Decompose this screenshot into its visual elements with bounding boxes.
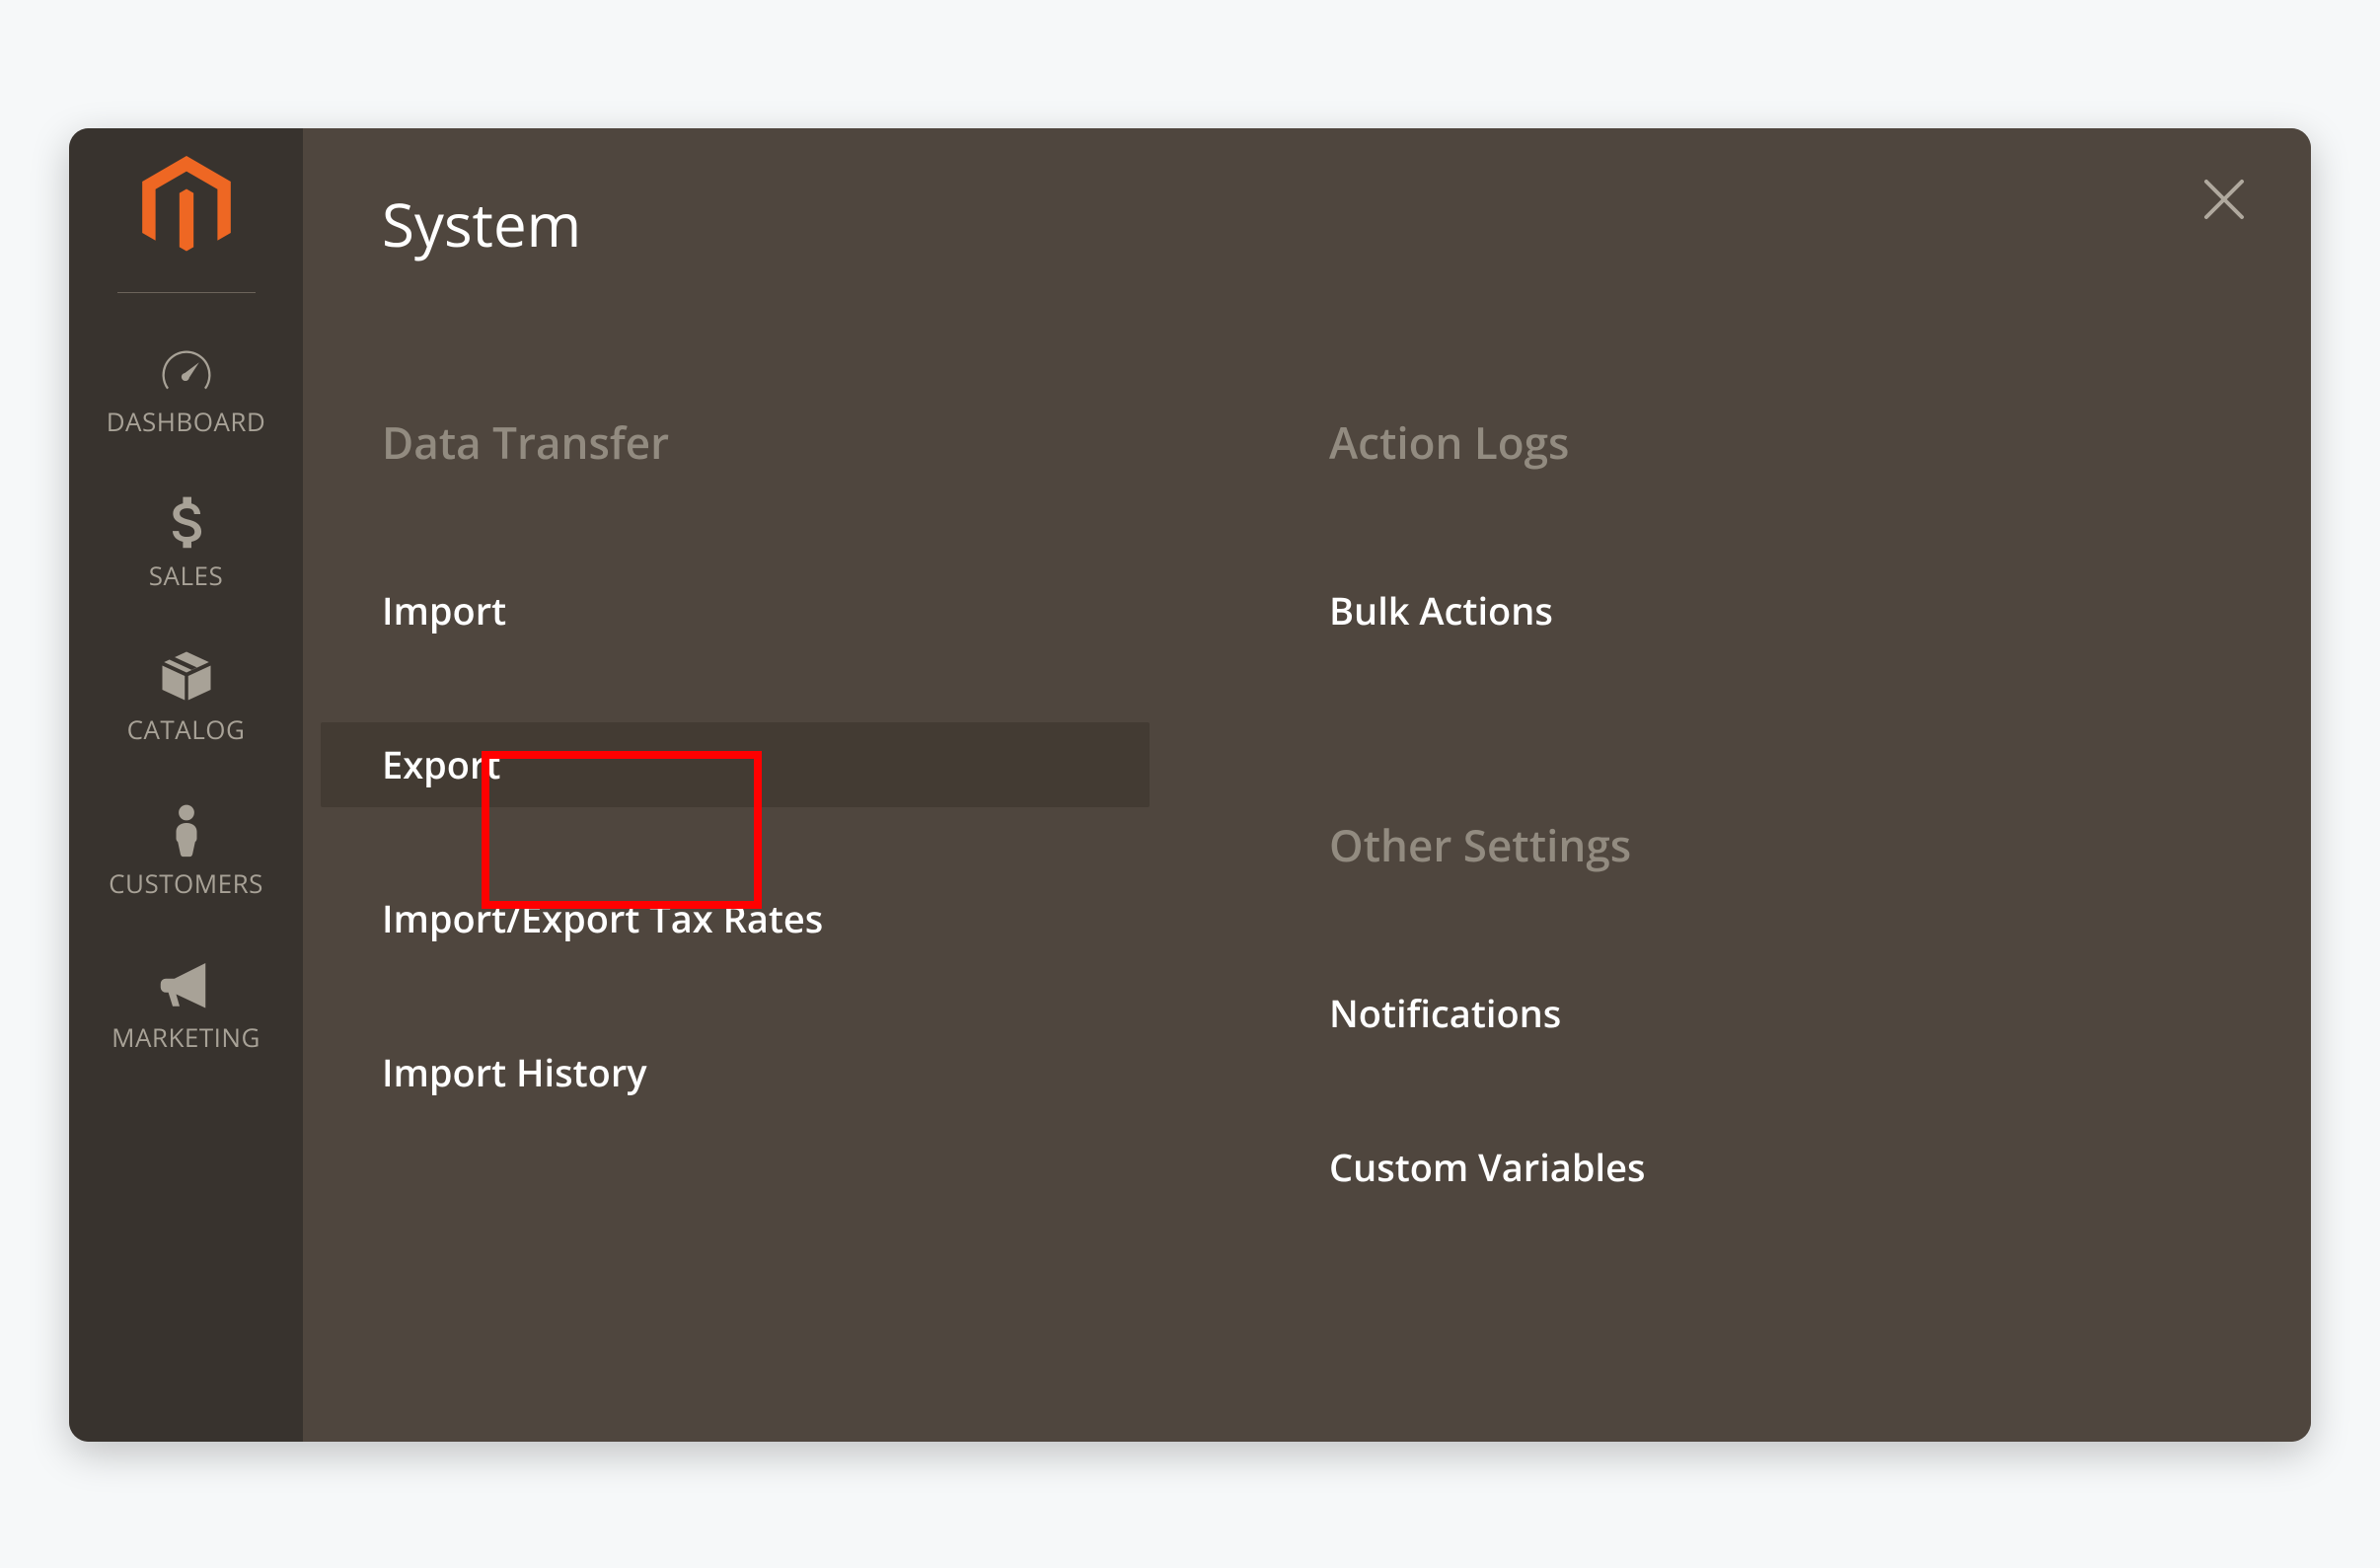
- panel-title: System: [382, 184, 2242, 264]
- sidebar-item-label: MARKETING: [112, 1019, 260, 1055]
- sidebar-item-marketing[interactable]: MARKETING: [69, 933, 303, 1086]
- megaphone-icon: [159, 956, 214, 1011]
- panel-column-left: Data Transfer Import Export Import/Expor…: [382, 412, 1329, 1279]
- panel-column-right: Action Logs Bulk Actions Other Settings …: [1329, 412, 2242, 1279]
- admin-sidebar: DASHBOARD SALES CATALOG CUSTOMERS MARKET: [69, 128, 303, 1442]
- sidebar-item-label: CATALOG: [127, 711, 246, 747]
- group-heading-other-settings: Other Settings: [1329, 815, 2242, 874]
- panel-columns: Data Transfer Import Export Import/Expor…: [382, 412, 2242, 1279]
- sidebar-item-dashboard[interactable]: DASHBOARD: [69, 317, 303, 471]
- dollar-icon: [159, 494, 214, 550]
- menu-item-import-export-tax-rates[interactable]: Import/Export Tax Rates: [321, 876, 1150, 961]
- admin-window: DASHBOARD SALES CATALOG CUSTOMERS MARKET: [69, 128, 2311, 1442]
- person-icon: [159, 802, 214, 858]
- sidebar-item-sales[interactable]: SALES: [69, 471, 303, 625]
- menu-item-import-history[interactable]: Import History: [321, 1030, 1150, 1115]
- sidebar-item-customers[interactable]: CUSTOMERS: [69, 779, 303, 933]
- sidebar-item-catalog[interactable]: CATALOG: [69, 625, 303, 779]
- sidebar-divider: [117, 292, 256, 293]
- close-icon: [2202, 178, 2246, 226]
- sidebar-item-label: SALES: [149, 558, 223, 593]
- box-icon: [159, 648, 214, 704]
- menu-item-export[interactable]: Export: [321, 722, 1150, 807]
- sidebar-item-label: DASHBOARD: [107, 404, 266, 439]
- system-flyout-panel: System Data Transfer Import Export Impor…: [303, 128, 2311, 1442]
- sidebar-item-label: CUSTOMERS: [109, 865, 263, 901]
- menu-item-custom-variables[interactable]: Custom Variables: [1329, 1125, 2000, 1210]
- group-heading-action-logs: Action Logs: [1329, 412, 2242, 472]
- menu-item-notifications[interactable]: Notifications: [1329, 971, 2000, 1056]
- close-button[interactable]: [2194, 172, 2254, 231]
- menu-item-bulk-actions[interactable]: Bulk Actions: [1329, 568, 2000, 653]
- gauge-icon: [159, 340, 214, 396]
- magento-logo: [142, 156, 231, 259]
- group-heading-data-transfer: Data Transfer: [382, 412, 1329, 472]
- menu-item-import[interactable]: Import: [321, 568, 1150, 653]
